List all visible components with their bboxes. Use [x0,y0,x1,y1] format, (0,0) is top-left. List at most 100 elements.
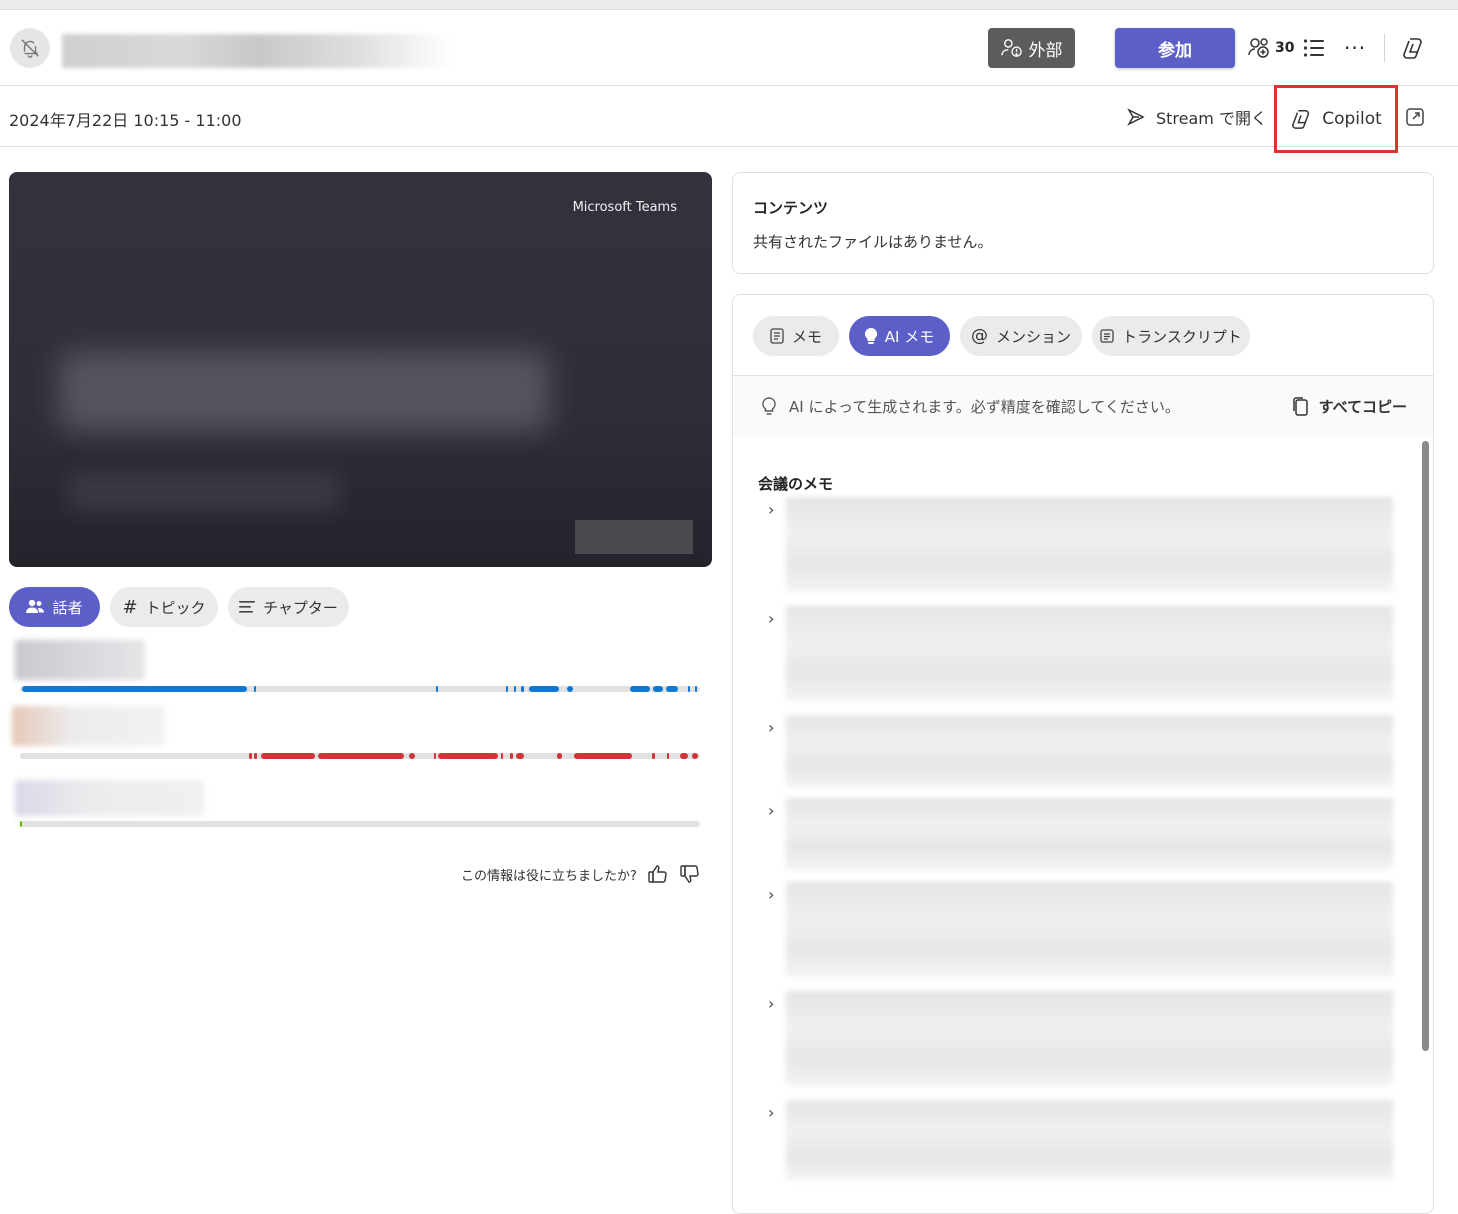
speaker-segment [574,753,632,759]
expand-chevron-icon[interactable]: › [768,1103,774,1122]
content-panel: コンテンツ 共有されたファイルはありません。 [732,172,1434,274]
speaker-segment [557,753,562,759]
lightbulb-icon [864,328,877,344]
tab-transcript[interactable]: トランスクリプト [1092,316,1250,356]
expand-chevron-icon[interactable]: › [768,801,774,820]
external-badge[interactable]: 外部 [988,28,1075,68]
speaker-segment [695,686,697,692]
copilot-label: Copilot [1322,109,1382,129]
tab-transcript-label: トランスクリプト [1122,327,1242,346]
window-top-strip [0,0,1458,10]
note-item-redacted [786,497,1393,592]
expand-chevron-icon[interactable]: › [768,994,774,1013]
tab-chapters[interactable]: チャプター [228,587,349,627]
feedback-question: この情報は役に立ちましたか? [461,868,637,884]
video-watermark: Microsoft Teams [572,200,677,215]
external-people-icon [1000,39,1022,57]
meeting-header: 外部 参加 30 ··· [0,10,1458,86]
tab-speakers[interactable]: 話者 [9,587,100,627]
thumbs-up-icon[interactable] [647,864,669,884]
speaker-segment [436,686,438,692]
speaker-timeline[interactable] [20,821,700,827]
note-item-redacted [786,1100,1393,1180]
speaker-segment [254,686,256,692]
external-badge-label: 外部 [1028,40,1063,61]
note-item-redacted [786,991,1393,1086]
notes-scrollbar[interactable] [1422,441,1429,1051]
speaker-segment [20,821,22,827]
tab-topics[interactable]: # トピック [110,587,218,627]
notifications-off-icon[interactable] [10,28,50,68]
note-item-redacted [786,606,1393,701]
tab-ai-notes[interactable]: AI メモ [849,316,950,356]
speaker-name-redacted [12,706,165,746]
expand-chevron-icon[interactable]: › [768,885,774,904]
copilot-icon [1292,110,1310,129]
speaker-segment [688,686,690,692]
agenda-list-icon[interactable] [1303,38,1325,62]
speaker-segment [652,753,655,759]
speaker-segment [434,753,436,759]
speaker-segment [692,753,698,759]
pop-out-icon[interactable] [1405,107,1425,131]
video-caption-redacted [69,472,339,512]
tab-mentions[interactable]: @ メンション [960,316,1082,356]
speaker-name-redacted [15,640,145,680]
meeting-date-time: 2024年7月22日 10:15 - 11:00 [9,111,242,130]
copy-icon [1292,396,1308,416]
tab-topics-label: トピック [145,598,206,617]
ai-disclaimer-banner: AI によって生成されます。必ず精度を確認してください。 すべてコピー [733,376,1433,436]
copilot-button[interactable]: Copilot [1274,85,1398,153]
notes-icon [770,328,784,344]
content-empty-message: 共有されたファイルはありません。 [753,233,993,251]
at-sign-icon: @ [970,326,988,346]
participants-button[interactable]: 30 [1248,36,1294,60]
transcript-icon [1100,329,1114,343]
speaker-segment [567,686,573,692]
ai-disclaimer: AI によって生成されます。必ず精度を確認してください。 [761,396,1180,417]
speaker-segment [514,686,516,692]
participants-count: 30 [1275,40,1295,56]
recording-video-player[interactable]: Microsoft Teams [9,172,712,567]
hash-icon: # [122,596,138,618]
more-options-icon[interactable]: ··· [1344,36,1366,60]
expand-chevron-icon[interactable]: › [768,718,774,737]
speaker-name-redacted [15,780,204,816]
speaker-segment [521,686,524,692]
tab-speakers-label: 話者 [52,598,83,617]
ai-disclaimer-text: AI によって生成されます。必ず精度を確認してください。 [789,398,1180,416]
speaker-segment [501,753,503,759]
speaker-segment [254,753,257,759]
video-overlay-redacted [575,520,693,554]
open-in-stream-button[interactable]: Stream で開く [1126,105,1267,129]
speaker-segment [529,686,559,692]
speakers-icon [26,599,45,613]
speaker-segment [409,753,415,759]
copilot-app-icon[interactable] [1401,36,1427,64]
speaker-segment [318,753,404,759]
speaker-segment [630,686,650,692]
note-item-redacted [786,882,1393,977]
speaker-segment [510,753,513,759]
copy-all-button[interactable]: すべてコピー [1292,396,1407,417]
open-in-stream-label: Stream で開く [1156,109,1267,128]
speaker-timeline[interactable] [20,686,700,692]
speaker-segment [653,686,663,692]
thumbs-down-icon[interactable] [679,864,701,884]
speaker-segment [22,686,247,692]
speaker-segment [680,753,688,759]
speaker-segment [667,753,669,759]
stream-icon [1127,108,1145,126]
tab-ai-notes-label: AI メモ [884,327,935,346]
tab-mentions-label: メンション [995,327,1071,346]
meeting-title-redacted [62,34,452,68]
speaker-segment [249,753,252,759]
expand-chevron-icon[interactable]: › [768,500,774,519]
expand-chevron-icon[interactable]: › [768,609,774,628]
join-button[interactable]: 参加 [1115,28,1235,68]
speaker-segment [261,753,315,759]
speaker-timeline[interactable] [20,753,700,759]
tab-notes[interactable]: メモ [753,316,839,356]
tab-chapters-label: チャプター [263,598,338,617]
notes-panel: メモ AI メモ @ メンション トランスクリプト AI によって生成されます。… [732,294,1434,1214]
